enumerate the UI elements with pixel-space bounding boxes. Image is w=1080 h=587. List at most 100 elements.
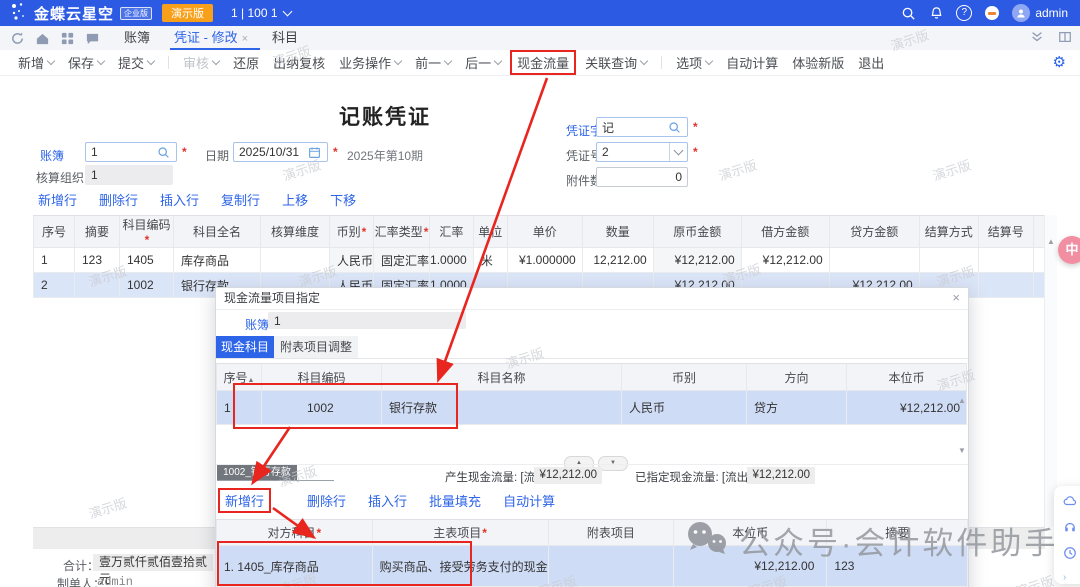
ledger-label[interactable]: 账簿: [40, 147, 64, 164]
ledger-input[interactable]: 1: [85, 142, 177, 162]
scroll-up-icon[interactable]: ▲: [1047, 237, 1055, 246]
translate-floating-button[interactable]: 中: [1058, 236, 1080, 264]
search-icon[interactable]: [157, 146, 173, 159]
required-mark: *: [693, 120, 698, 134]
delete-row-link[interactable]: 删除行: [99, 190, 138, 209]
toolbar-exit[interactable]: 退出: [858, 53, 884, 72]
cloud-icon[interactable]: [1063, 494, 1077, 511]
tab-voucher-edit[interactable]: 凭证 - 修改×: [174, 26, 248, 50]
dialog-ledger-label: 账簿: [245, 316, 269, 333]
insert-row-link[interactable]: 插入行: [160, 190, 199, 209]
voucher-word-input[interactable]: 记: [596, 117, 688, 137]
toolbar-new[interactable]: 新增: [18, 53, 54, 72]
required-mark: *: [182, 145, 187, 159]
dialog-batch-fill-link[interactable]: 批量填充: [429, 491, 481, 510]
total-in-words: 壹万贰仟贰佰壹拾贰元: [93, 554, 213, 571]
chevron-down-icon[interactable]: [669, 143, 687, 161]
calendar-icon[interactable]: [308, 146, 324, 159]
topbar: 金蝶云星空 企业版 演示版 1 | 100 1 ? admin: [0, 0, 1080, 26]
message-bubble-icon[interactable]: [85, 31, 100, 46]
page-title: 记账凭证: [330, 101, 440, 131]
dialog-auto-calc-link[interactable]: 自动计算: [503, 491, 555, 510]
toolbar-options[interactable]: 选项: [676, 53, 712, 72]
dialog-add-row-link[interactable]: 新增行: [218, 488, 271, 513]
toolbar-audit[interactable]: 审核: [183, 53, 219, 72]
home-icon[interactable]: [35, 31, 50, 46]
toolbar-next[interactable]: 后一: [465, 53, 501, 72]
scroll-down-icon[interactable]: ▼: [958, 446, 966, 455]
voucher-number-input[interactable]: 2: [596, 142, 688, 162]
detail-row-selected[interactable]: 1. 1405_库存商品 购买商品、接受劳务支付的现金 ¥12,212.00 1…: [217, 546, 968, 587]
toolbar-cashier-review[interactable]: 出纳复核: [273, 53, 325, 72]
table-header-row: 序号▲ 科目编码 科目名称 币别 方向 本位币: [217, 364, 967, 391]
org-label: 核算组织: [36, 169, 84, 186]
logo-dots-icon: [10, 2, 30, 25]
table-row[interactable]: 1123 1405库存商品 人民币 固定汇率1.0000 米¥1.000000 …: [34, 248, 1053, 273]
scroll-up-icon[interactable]: ▲: [958, 396, 966, 405]
apps-grid-icon[interactable]: [60, 31, 75, 46]
generated-flow-value: ¥12,212.00: [534, 467, 602, 484]
row-actions: 新增行 删除行 插入行 复制行 上移 下移: [38, 190, 378, 209]
dialog-title: 现金流量项目指定: [216, 288, 968, 310]
tab-cash-accounts[interactable]: 现金科目: [216, 336, 274, 358]
toolbar-save[interactable]: 保存: [68, 53, 104, 72]
tab-ledger[interactable]: 账簿: [124, 26, 150, 50]
copy-row-link[interactable]: 复制行: [221, 190, 260, 209]
headset-icon[interactable]: [1063, 520, 1077, 537]
workspace-selector[interactable]: 1 | 100 1: [231, 6, 291, 20]
tab-schedule-adjust[interactable]: 附表项目调整: [274, 336, 358, 358]
toolbar-submit[interactable]: 提交: [118, 53, 154, 72]
cash-flow-dialog: 现金流量项目指定 × 账簿 1 现金科目 附表项目调整 序号▲ 科目编码 科目名…: [215, 287, 969, 587]
tab-account[interactable]: 科目: [272, 26, 298, 50]
brand-logo: 金蝶云星空: [34, 3, 114, 24]
toolbar-related-query[interactable]: 关联查询: [585, 53, 647, 72]
kingdee-app: 金蝶云星空 企业版 演示版 1 | 100 1 ? admin 账簿 凭证 - …: [0, 0, 1080, 587]
toolbar-restore[interactable]: 还原: [233, 53, 259, 72]
sort-asc-icon[interactable]: ▲: [248, 377, 255, 384]
required-mark: *: [693, 145, 698, 159]
search-icon[interactable]: [900, 5, 916, 21]
split-layout-icon[interactable]: [1058, 30, 1072, 47]
toolbar-previous[interactable]: 前一: [415, 53, 451, 72]
selected-subject-tag: 1002_银行存款: [217, 465, 297, 480]
toolbar-auto-calc[interactable]: 自动计算: [726, 53, 778, 72]
chevron-right-icon[interactable]: ›: [1063, 572, 1066, 583]
table-header-row: 对方科目 主表项目 附表项目 本位币 摘要: [217, 520, 968, 546]
move-up-link[interactable]: 上移: [282, 190, 308, 209]
toolbar-cash-flow[interactable]: 现金流量: [510, 50, 576, 75]
dialog-ledger-input: 1: [268, 312, 466, 329]
add-row-link[interactable]: 新增行: [38, 190, 77, 209]
table-header-row: 序号摘要 科目编码 科目全名核算维度 币别 汇率类型 汇率单位 单价数量 原币金…: [34, 216, 1053, 248]
search-icon[interactable]: [668, 121, 684, 134]
fiscal-period: 2025年第10期: [347, 147, 423, 164]
close-icon[interactable]: ×: [952, 290, 960, 305]
vertical-scrollbar[interactable]: ▲: [1044, 215, 1057, 527]
cash-flow-detail-table: 对方科目 主表项目 附表项目 本位币 摘要 1. 1405_库存商品 购买商品、…: [216, 519, 968, 587]
date-input[interactable]: 2025/10/31: [233, 142, 328, 162]
tab-bar: 账簿 凭证 - 修改× 科目: [0, 26, 1080, 51]
demo-watermark: 演示版: [716, 154, 759, 184]
cash-account-table: 序号▲ 科目编码 科目名称 币别 方向 本位币 1 1002 银行存款 人民币 …: [216, 363, 967, 425]
collapse-double-chevron-icon[interactable]: [1030, 30, 1044, 47]
demo-watermark: 演示版: [86, 492, 129, 522]
chevron-down-icon: [282, 7, 292, 17]
attachment-count-input[interactable]: 0: [596, 167, 688, 187]
clock-icon[interactable]: [1063, 546, 1077, 563]
avatar[interactable]: [1012, 4, 1030, 22]
toolbar-try-new-version[interactable]: 体验新版: [792, 53, 844, 72]
assistant-floating-panel[interactable]: ›: [1054, 486, 1080, 584]
close-tab-icon[interactable]: ×: [242, 33, 248, 45]
notification-bell-icon[interactable]: [928, 5, 944, 21]
move-down-link[interactable]: 下移: [330, 190, 356, 209]
demo-watermark: 演示版: [1013, 570, 1056, 587]
dialog-delete-row-link[interactable]: 删除行: [307, 491, 346, 510]
do-not-disturb-icon[interactable]: [984, 5, 1000, 21]
username[interactable]: admin: [1035, 6, 1068, 20]
toolbar-business-ops[interactable]: 业务操作: [339, 53, 401, 72]
date-label: 日期: [205, 147, 229, 164]
refresh-icon[interactable]: [10, 31, 25, 46]
dialog-insert-row-link[interactable]: 插入行: [368, 491, 407, 510]
help-icon[interactable]: ?: [956, 5, 972, 21]
cash-account-row-selected[interactable]: 1 1002 银行存款 人民币 贷方 ¥12,212.00: [217, 391, 967, 425]
settings-gear-icon[interactable]: ⚙: [1053, 53, 1066, 71]
